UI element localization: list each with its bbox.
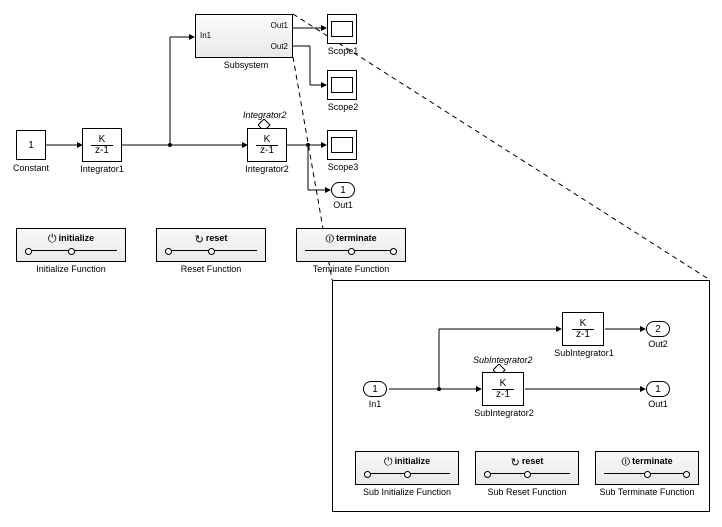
subint1-num: K <box>572 319 594 330</box>
scope3-block[interactable] <box>327 130 357 160</box>
scope-screen-icon <box>331 137 353 153</box>
out1-port[interactable]: 1 <box>331 182 355 198</box>
reset-function-block[interactable]: reset <box>156 228 266 262</box>
initialize-function-block[interactable]: initialize <box>16 228 126 262</box>
out1-num: 1 <box>340 185 346 196</box>
subintegrator2-label: SubIntegrator2 <box>469 408 539 418</box>
sub-in1-num: 1 <box>372 384 378 395</box>
integrator2-den: z-1 <box>256 146 278 156</box>
sub-terminate-function-label: Sub Terminate Function <box>588 487 706 497</box>
power-icon <box>48 233 59 246</box>
reset-icon <box>195 233 206 246</box>
scope2-label: Scope2 <box>324 102 362 112</box>
terminate-function-label: Terminate Function <box>296 264 406 274</box>
reset-function-label: Reset Function <box>156 264 266 274</box>
sub-initialize-text: initialize <box>395 456 431 466</box>
subint2-num: K <box>492 379 514 390</box>
scope-screen-icon <box>331 77 353 93</box>
terminate-icon <box>621 456 632 469</box>
integrator1-block[interactable]: K z-1 <box>82 128 122 162</box>
integrator1-num: K <box>91 135 113 146</box>
sub-in1-port[interactable]: 1 <box>363 381 387 397</box>
constant-label: Constant <box>8 163 54 173</box>
initialize-text: initialize <box>59 233 95 243</box>
subsystem-out1-port: Out1 <box>271 21 288 30</box>
constant-value: 1 <box>28 140 34 151</box>
initialize-function-label: Initialize Function <box>16 264 126 274</box>
integrator1-den: z-1 <box>91 146 113 156</box>
sub-in1-label: In1 <box>363 399 387 409</box>
sub-out1-label: Out1 <box>646 399 670 409</box>
terminate-function-block[interactable]: terminate <box>296 228 406 262</box>
reset-text: reset <box>206 233 228 243</box>
integrator2-state-label: Integrator2 <box>243 110 287 120</box>
subint2-den: z-1 <box>492 390 514 400</box>
sub-out1-port[interactable]: 1 <box>646 381 670 397</box>
scope3-label: Scope3 <box>324 162 362 172</box>
sub-out2-port[interactable]: 2 <box>646 321 670 337</box>
sub-out2-label: Out2 <box>646 339 670 349</box>
scope1-block[interactable] <box>327 14 357 44</box>
subintegrator1-block[interactable]: K z-1 <box>562 312 604 346</box>
integrator2-num: K <box>256 135 278 146</box>
subint1-den: z-1 <box>572 330 594 340</box>
reset-icon <box>511 456 522 469</box>
subintegrator1-label: SubIntegrator1 <box>549 348 619 358</box>
sub-initialize-function-block[interactable]: initialize <box>355 451 459 485</box>
constant-block[interactable]: 1 <box>16 130 46 160</box>
terminate-text: terminate <box>336 233 377 243</box>
subintegrator2-block[interactable]: K z-1 <box>482 372 524 406</box>
sub-out2-num: 2 <box>655 324 661 335</box>
scope2-block[interactable] <box>327 70 357 100</box>
integrator2-label: Integrator2 <box>239 164 295 174</box>
terminate-icon <box>325 233 336 246</box>
integrator1-label: Integrator1 <box>74 164 130 174</box>
subsystem-canvas: 1 In1 K z-1 SubIntegrator1 SubIntegrator… <box>332 280 710 512</box>
integrator2-block[interactable]: K z-1 <box>247 128 287 162</box>
subsystem-block[interactable]: In1 Out1 Out2 <box>195 14 293 58</box>
subintegrator2-state-label: SubIntegrator2 <box>473 355 533 365</box>
sub-out1-num: 1 <box>655 384 661 395</box>
sub-terminate-text: terminate <box>632 456 673 466</box>
sub-reset-function-block[interactable]: reset <box>475 451 579 485</box>
scope1-label: Scope1 <box>324 46 362 56</box>
scope-screen-icon <box>331 21 353 37</box>
sub-reset-text: reset <box>522 456 544 466</box>
subsystem-out2-port: Out2 <box>271 42 288 51</box>
out1-label: Out1 <box>331 200 355 210</box>
subsystem-label: Subsystem <box>218 60 274 70</box>
sub-initialize-function-label: Sub Initialize Function <box>355 487 459 497</box>
subsystem-in1-port: In1 <box>200 31 211 40</box>
power-icon <box>384 456 395 469</box>
sub-reset-function-label: Sub Reset Function <box>475 487 579 497</box>
sub-terminate-function-block[interactable]: terminate <box>595 451 699 485</box>
